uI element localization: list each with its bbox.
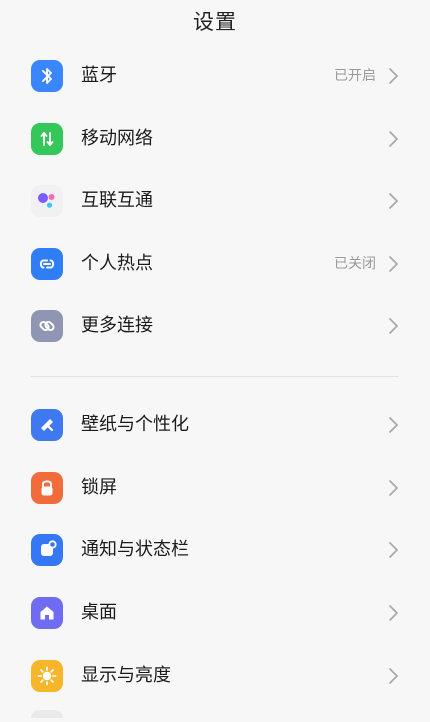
chevron-right-icon — [389, 480, 398, 496]
hotspot-link-icon — [31, 248, 63, 280]
settings-item-label: 移动网络 — [81, 128, 153, 149]
settings-item-label: 锁屏 — [81, 477, 117, 498]
settings-item-label: 通知与状态栏 — [81, 539, 189, 560]
chevron-right-icon — [389, 417, 398, 433]
settings-item-notification[interactable]: 通知与状态栏 — [0, 534, 430, 596]
chevron-right-icon — [389, 68, 398, 84]
chevron-right-icon — [389, 193, 398, 209]
settings-item-interconnect[interactable]: 互联互通 — [0, 185, 430, 247]
chevron-right-icon — [389, 131, 398, 147]
dots-icon — [31, 185, 63, 217]
settings-item-label: 互联互通 — [81, 190, 153, 211]
settings-item-label: 壁纸与个性化 — [81, 414, 189, 435]
chevron-right-icon — [389, 668, 398, 684]
sun-icon — [31, 660, 63, 692]
chevron-right-icon — [389, 318, 398, 334]
chevron-right-icon — [389, 256, 398, 272]
lock-icon — [31, 472, 63, 504]
settings-item-bluetooth[interactable]: 蓝牙 已开启 — [0, 60, 430, 122]
section-divider — [31, 376, 399, 377]
home-icon — [31, 597, 63, 629]
settings-item-desktop[interactable]: 桌面 — [0, 597, 430, 659]
brush-icon — [31, 409, 63, 441]
settings-item-label: 个人热点 — [81, 253, 153, 274]
settings-item-label: 桌面 — [81, 602, 117, 623]
mobile-data-icon — [31, 123, 63, 155]
status-text: 已开启 — [334, 68, 376, 84]
settings-item-lock-screen[interactable]: 锁屏 — [0, 472, 430, 534]
page-title: 设置 — [193, 10, 237, 34]
settings-item-label: 更多连接 — [81, 315, 153, 336]
settings-item-hotspot[interactable]: 个人热点 已关闭 — [0, 248, 430, 310]
settings-item-more-connections[interactable]: 更多连接 — [0, 310, 430, 372]
settings-item-label: 蓝牙 — [81, 65, 117, 86]
settings-item-wallpaper[interactable]: 壁纸与个性化 — [0, 409, 430, 471]
settings-item-label: 显示与亮度 — [81, 665, 171, 686]
link-icon — [31, 310, 63, 342]
chevron-right-icon — [389, 605, 398, 621]
next-item-icon-partial — [31, 710, 63, 718]
settings-item-display[interactable]: 显示与亮度 — [0, 660, 430, 722]
chevron-right-icon — [389, 542, 398, 558]
bluetooth-icon — [31, 60, 63, 92]
settings-item-mobile-network[interactable]: 移动网络 — [0, 123, 430, 185]
status-text: 已关闭 — [334, 256, 376, 272]
notification-icon — [31, 534, 63, 566]
